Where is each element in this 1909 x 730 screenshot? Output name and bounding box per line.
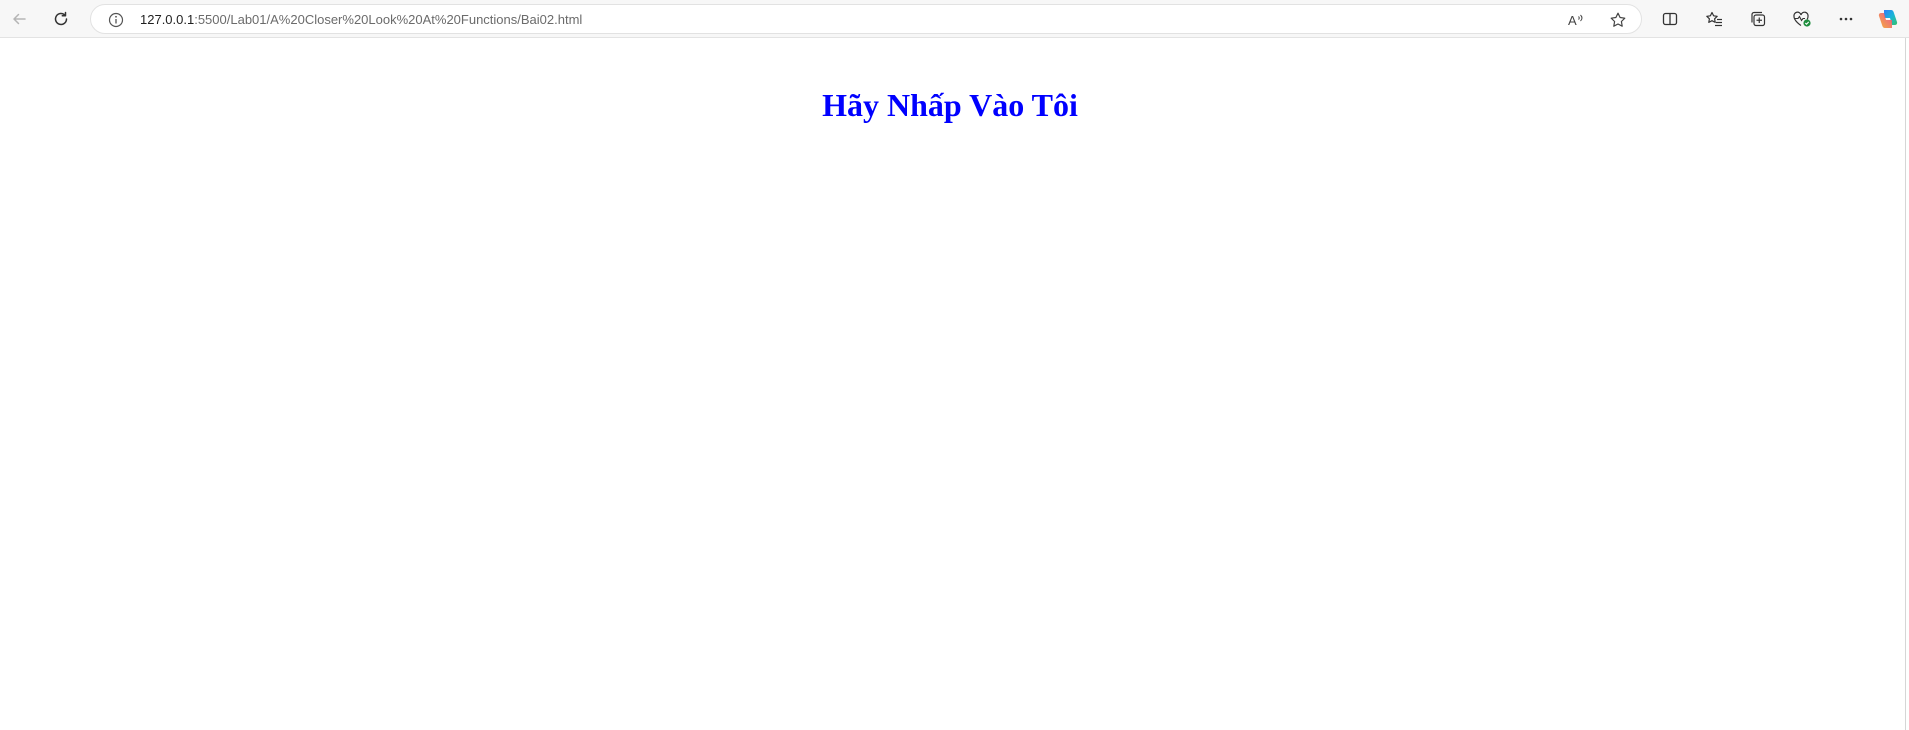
url-host: 127.0.0.1 <box>140 12 195 27</box>
svg-text:A: A <box>1568 13 1577 28</box>
more-dots-icon <box>1837 10 1855 28</box>
collections-icon <box>1749 10 1767 28</box>
copilot-button[interactable] <box>1873 4 1903 34</box>
back-arrow-icon <box>10 10 28 28</box>
copilot-icon <box>1876 7 1900 31</box>
info-icon[interactable] <box>107 11 125 29</box>
browser-toolbar: 127.0.0.1:5500/Lab01/A%20Closer%20Look%2… <box>0 0 1909 38</box>
page-viewport: Hãy Nhấp Vào Tôi <box>0 38 1906 730</box>
star-icon[interactable] <box>1607 9 1629 31</box>
refresh-button[interactable] <box>46 4 76 34</box>
page-heading[interactable]: Hãy Nhấp Vào Tôi <box>0 86 1900 124</box>
more-button[interactable] <box>1831 4 1861 34</box>
browser-essentials-button[interactable] <box>1787 4 1817 34</box>
split-screen-icon <box>1661 10 1679 28</box>
favorites-list-icon <box>1705 10 1723 28</box>
collections-button[interactable] <box>1743 4 1773 34</box>
url-path: :5500/Lab01/A%20Closer%20Look%20At%20Fun… <box>194 12 583 27</box>
favorites-button[interactable] <box>1699 4 1729 34</box>
read-aloud-icon[interactable]: A <box>1565 9 1587 31</box>
refresh-icon <box>52 10 70 28</box>
heart-pulse-icon <box>1792 10 1812 28</box>
back-button[interactable] <box>4 4 34 34</box>
address-bar[interactable]: 127.0.0.1:5500/Lab01/A%20Closer%20Look%2… <box>90 4 1642 34</box>
split-screen-button[interactable] <box>1655 4 1685 34</box>
url-text[interactable]: 127.0.0.1:5500/Lab01/A%20Closer%20Look%2… <box>140 12 582 28</box>
